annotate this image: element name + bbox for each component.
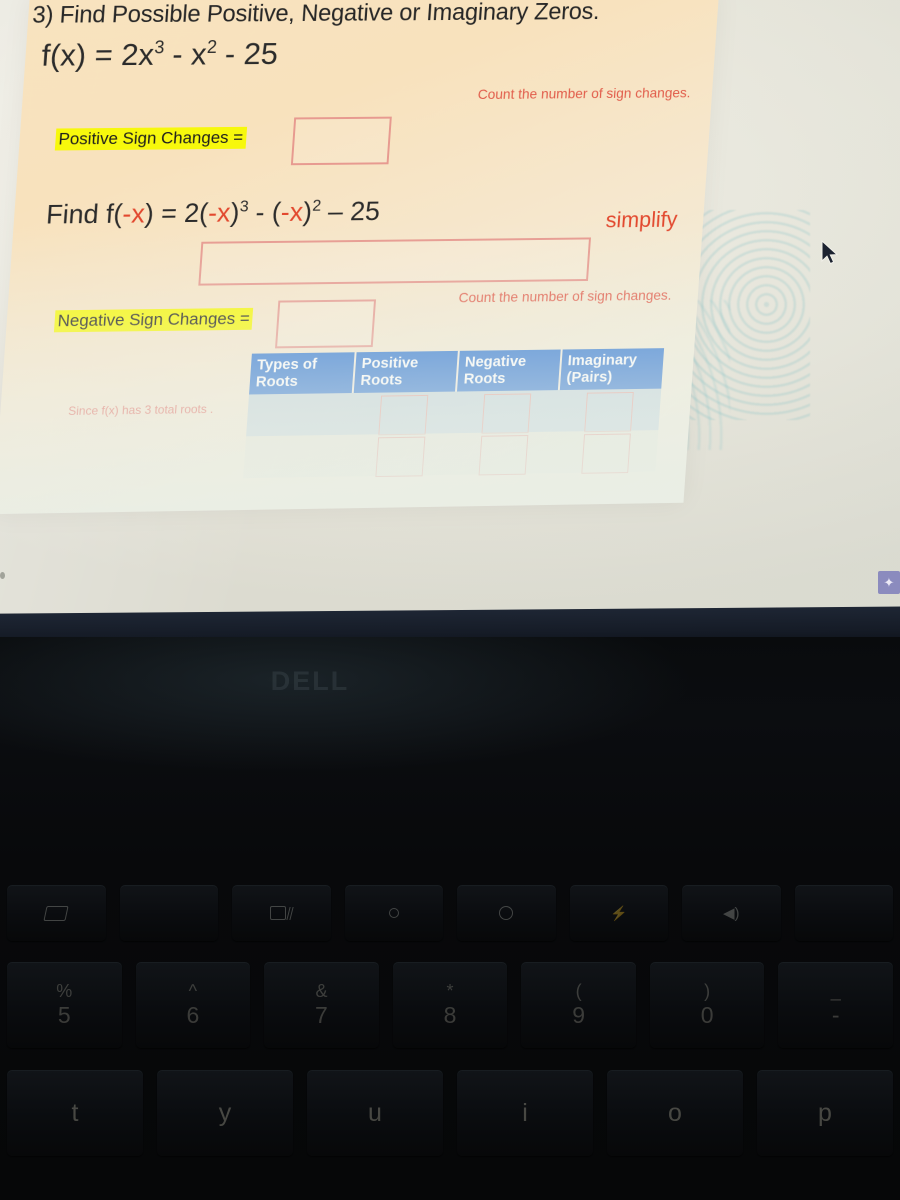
slide-surface: 3) Find Possible Positive, Negative or I… — [0, 0, 720, 515]
key-5-shift: % — [56, 980, 73, 1001]
cell-types-of-roots — [243, 434, 350, 479]
key-6-shift: ^ — [188, 980, 198, 1001]
projector-screen-icon — [270, 906, 294, 920]
equation-fx-tail: - 25 — [215, 36, 280, 72]
key-hyphen[interactable]: _ - — [778, 962, 894, 1048]
keyboard-number-row: % 5 ^ 6 & 7 * 8 ( 9 ) 0 _ - — [0, 962, 900, 1048]
screen-dust-speck — [0, 572, 5, 579]
slide-content: 3) Find Possible Positive, Negative or I… — [0, 0, 719, 514]
hint-count-sign-changes-negative: Count the number of sign changes. — [458, 286, 673, 306]
key-hyphen-shift: _ — [830, 980, 841, 1001]
label-positive-sign-changes: Positive Sign Changes = — [54, 126, 247, 151]
key-display-switch[interactable] — [7, 885, 106, 941]
eq2-lead: Find f( — [45, 198, 124, 230]
mouse-pointer-arrow-icon — [821, 240, 839, 265]
brightness-down-icon — [388, 908, 399, 918]
key-blank-2[interactable] — [794, 885, 893, 941]
simplify-label: simplify — [605, 206, 679, 233]
eq2-minus: - ( — [247, 197, 282, 228]
keyboard: ⚡ ◀) % 5 ^ 6 & 7 * 8 ( 9 ) 0 _ - t y u i… — [0, 880, 900, 1200]
key-7[interactable]: & 7 — [264, 962, 379, 1048]
cell-imaginary-pairs — [555, 388, 662, 433]
question-prompt: 3) Find Possible Positive, Negative or I… — [31, 0, 601, 29]
eq2-negx-3: -x — [279, 196, 305, 227]
hint-count-sign-changes-positive: Count the number of sign changes. — [477, 84, 692, 103]
key-brightness-up[interactable] — [457, 885, 556, 941]
eq2-eq: ) = 2( — [143, 197, 210, 229]
key-8-base: 8 — [443, 1001, 457, 1028]
input-negative-sign-changes[interactable] — [275, 299, 377, 349]
key-0[interactable]: ) 0 — [649, 962, 765, 1048]
volume-mute-icon: ◀) — [722, 905, 740, 922]
key-5[interactable]: % 5 — [7, 962, 122, 1048]
key-9[interactable]: ( 9 — [521, 962, 636, 1048]
table-row — [243, 430, 659, 479]
display-switch-icon — [43, 905, 69, 921]
key-u[interactable]: u — [307, 1070, 443, 1156]
key-7-shift: & — [315, 980, 328, 1001]
key-5-base: 5 — [57, 1001, 71, 1028]
key-volume-mute[interactable]: ◀) — [682, 885, 781, 941]
key-blank-1[interactable] — [119, 885, 218, 941]
equation-fx: f(x) = 2x3 - x2 - 25 — [40, 36, 279, 74]
keyboard-letter-row: t y u i o p — [0, 1070, 900, 1156]
key-6-base: 6 — [186, 1001, 200, 1028]
key-0-base: 0 — [700, 1001, 714, 1028]
presentation-slide-area: 3) Find Possible Positive, Negative or I… — [0, 0, 748, 525]
cell-positive-roots — [346, 433, 454, 478]
equation-fx-lead: f(x) = 2x — [40, 36, 156, 73]
eq2-negx-2: -x — [207, 197, 232, 228]
key-p[interactable]: p — [757, 1070, 893, 1156]
table-header-row: Types of Roots Positive Roots Negative R… — [249, 348, 665, 395]
key-9-shift: ( — [575, 980, 582, 1001]
deck-ambient-glow — [0, 637, 900, 807]
equation-fx-mid: - x — [162, 36, 208, 72]
keyboard-function-row: ⚡ ◀) — [0, 885, 900, 941]
key-8-shift: * — [446, 980, 454, 1001]
eq2-negx-1: -x — [121, 198, 146, 229]
input-negative-roots-row2[interactable] — [478, 435, 528, 476]
key-8[interactable]: * 8 — [392, 962, 508, 1048]
label-negative-sign-changes: Negative Sign Changes = — [53, 307, 254, 333]
cell-negative-roots — [453, 390, 559, 434]
equation-f-negative-x: Find f(-x) = 2(-x)3 - (-x)2 – 25 — [45, 196, 381, 230]
cell-positive-roots — [349, 391, 456, 436]
key-6[interactable]: ^ 6 — [135, 962, 251, 1048]
key-7-base: 7 — [315, 1001, 328, 1028]
column-header-imaginary-pairs: Imaginary (Pairs) — [558, 348, 665, 391]
key-o[interactable]: o — [607, 1070, 743, 1156]
key-0-shift: ) — [704, 980, 711, 1001]
input-positive-sign-changes[interactable] — [290, 116, 392, 166]
key-hyphen-base: - — [831, 1001, 840, 1028]
key-brightness-down[interactable] — [344, 885, 443, 941]
input-imaginary-pairs-row1[interactable] — [583, 392, 634, 433]
column-header-negative-roots: Negative Roots — [455, 349, 562, 392]
input-simplified-expression[interactable] — [198, 237, 591, 286]
key-t[interactable]: t — [7, 1070, 143, 1156]
note-total-roots: Since f(x) has 3 total roots . — [67, 401, 214, 419]
column-header-positive-roots: Positive Roots — [352, 350, 459, 394]
cell-types-of-roots — [246, 393, 353, 437]
column-header-types-of-roots: Types of Roots — [249, 352, 356, 395]
input-positive-roots-row1[interactable] — [377, 395, 428, 436]
input-positive-roots-row2[interactable] — [374, 436, 425, 478]
cell-negative-roots — [450, 431, 556, 476]
input-negative-roots-row1[interactable] — [480, 393, 531, 434]
key-9-base: 9 — [572, 1001, 585, 1028]
cell-imaginary-pairs — [553, 430, 659, 474]
eq2-tail: – 25 — [319, 196, 382, 227]
brightness-up-icon — [499, 906, 514, 920]
edge-badge-icon[interactable]: ✦ — [878, 571, 900, 594]
roots-table: Types of Roots Positive Roots Negative R… — [243, 348, 665, 479]
dell-logo: DELL — [270, 666, 350, 696]
key-projector-screen[interactable] — [232, 885, 331, 941]
table-row — [246, 388, 662, 437]
key-i[interactable]: i — [457, 1070, 593, 1156]
key-y[interactable]: y — [157, 1070, 293, 1156]
laptop-screen: 3) Find Possible Positive, Negative or I… — [0, 0, 900, 617]
input-imaginary-pairs-row2[interactable] — [580, 433, 631, 474]
keyboard-backlight-icon: ⚡ — [610, 904, 628, 921]
key-keyboard-backlight[interactable]: ⚡ — [569, 885, 668, 941]
